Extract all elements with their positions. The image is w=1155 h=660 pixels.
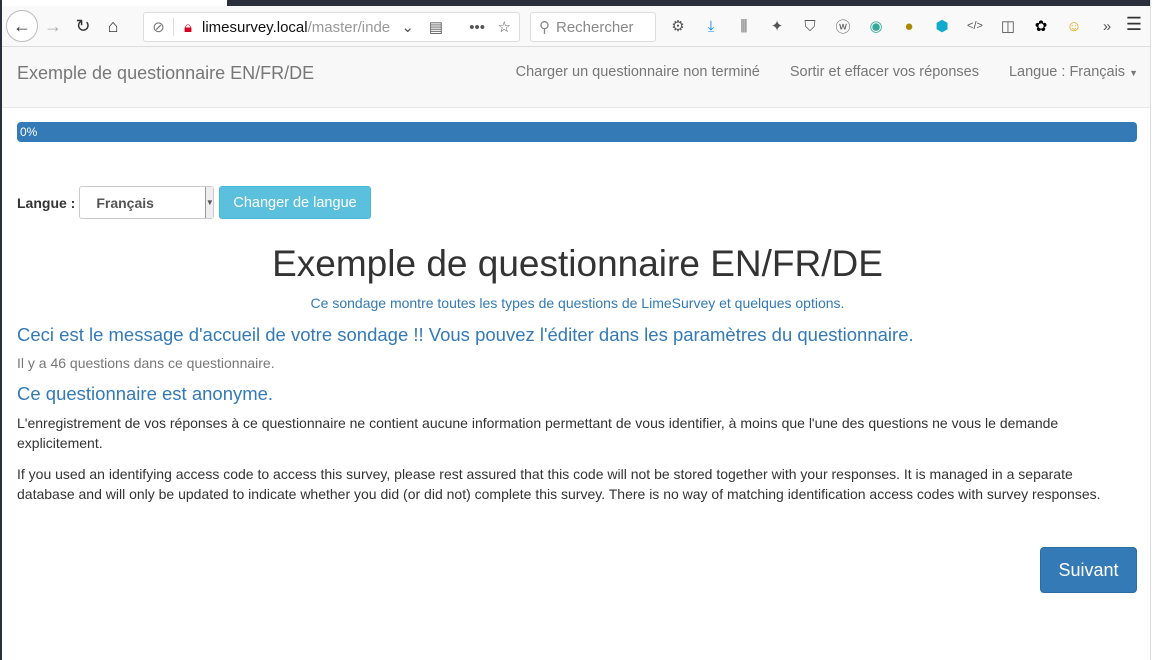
- search-icon: ⚲: [539, 19, 550, 36]
- survey-description: Ce sondage montre toutes les types de qu…: [310, 295, 845, 311]
- search-input[interactable]: ⚲ Rechercher: [530, 12, 656, 42]
- download-icon[interactable]: ⤓: [699, 14, 723, 38]
- overflow-icon[interactable]: »: [1095, 14, 1119, 38]
- browser-toolbar: ← → ↻ ⌂ ⊘ 🔒︎ limesurvey.local/master/ind…: [2, 6, 1150, 47]
- anonymous-text: L'enregistrement de vos réponses à ce qu…: [17, 415, 1059, 451]
- welcome-message: Ceci est le message d'accueil de votre s…: [17, 324, 914, 345]
- extension-icon[interactable]: ✦: [765, 14, 789, 38]
- language-label: Langue :: [17, 194, 76, 211]
- smiley-icon[interactable]: ☺: [1062, 14, 1086, 38]
- sync-icon[interactable]: ◉: [864, 14, 888, 38]
- more-icon[interactable]: •••: [469, 19, 485, 36]
- exit-clear-link[interactable]: Sortir et effacer vos réponses: [790, 64, 979, 80]
- url-path: /master/inde: [307, 18, 391, 36]
- caret-down-icon: ▼: [1129, 68, 1138, 78]
- window-right-edge: [1150, 0, 1155, 660]
- language-form: Langue : Français ▼ Changer de langue: [17, 186, 371, 219]
- forward-icon[interactable]: →: [38, 11, 68, 41]
- ublock-icon[interactable]: ⛉: [798, 14, 822, 38]
- language-dropdown[interactable]: Langue : Français ▼: [1009, 64, 1138, 80]
- code-icon[interactable]: </>: [963, 14, 987, 38]
- sidebar-icon[interactable]: ◫: [996, 14, 1020, 38]
- insecure-lock-icon[interactable]: 🔒︎: [174, 19, 202, 36]
- wappalyzer-icon[interactable]: ⓦ: [831, 14, 855, 38]
- question-count: Il y a 46 questions dans ce questionnair…: [17, 355, 275, 371]
- language-select[interactable]: Français ▼: [79, 186, 215, 219]
- search-placeholder: Rechercher: [556, 18, 634, 36]
- chevron-down-icon[interactable]: ⌄: [401, 18, 414, 36]
- tracking-protection-icon[interactable]: ⊘: [144, 18, 174, 36]
- url-bar[interactable]: ⊘ 🔒︎ limesurvey.local/master/inde ⌄ ▤ ••…: [143, 12, 520, 42]
- anonymous-heading: Ce questionnaire est anonyme.: [17, 383, 274, 404]
- survey-navbar: Exemple de questionnaire EN/FR/DE Charge…: [2, 47, 1150, 108]
- gear-icon[interactable]: ⚙: [666, 14, 690, 38]
- language-selected: Français: [96, 194, 154, 211]
- star-icon[interactable]: ☆: [498, 18, 511, 36]
- select-arrow-icon: ▼: [205, 187, 214, 218]
- progress-fill: 0%: [17, 122, 1137, 142]
- load-unfinished-link[interactable]: Charger un questionnaire non terminé: [516, 64, 760, 80]
- hamburger-menu-icon[interactable]: ☰: [1126, 14, 1142, 35]
- reload-icon[interactable]: ↻: [68, 11, 98, 41]
- reader-view-icon[interactable]: ▤: [429, 18, 443, 36]
- url-host: limesurvey.local: [202, 18, 308, 36]
- access-code-text: If you used an identifying access code t…: [17, 466, 1101, 502]
- home-icon[interactable]: ⌂: [98, 11, 128, 41]
- progress-bar: 0%: [17, 122, 1137, 142]
- next-button[interactable]: Suivant: [1040, 547, 1137, 593]
- cube-icon[interactable]: ⬢: [930, 14, 954, 38]
- back-icon[interactable]: ←: [6, 10, 38, 42]
- language-dropdown-label: Langue : Français: [1008, 64, 1126, 80]
- library-icon[interactable]: ⫼: [732, 14, 756, 38]
- survey-title: Exemple de questionnaire EN/FR/DE: [272, 243, 883, 284]
- paw-icon[interactable]: ✿: [1029, 14, 1053, 38]
- globe-warning-icon[interactable]: ●: [897, 14, 921, 38]
- change-language-button[interactable]: Changer de langue: [219, 186, 371, 219]
- survey-brand[interactable]: Exemple de questionnaire EN/FR/DE: [17, 63, 314, 84]
